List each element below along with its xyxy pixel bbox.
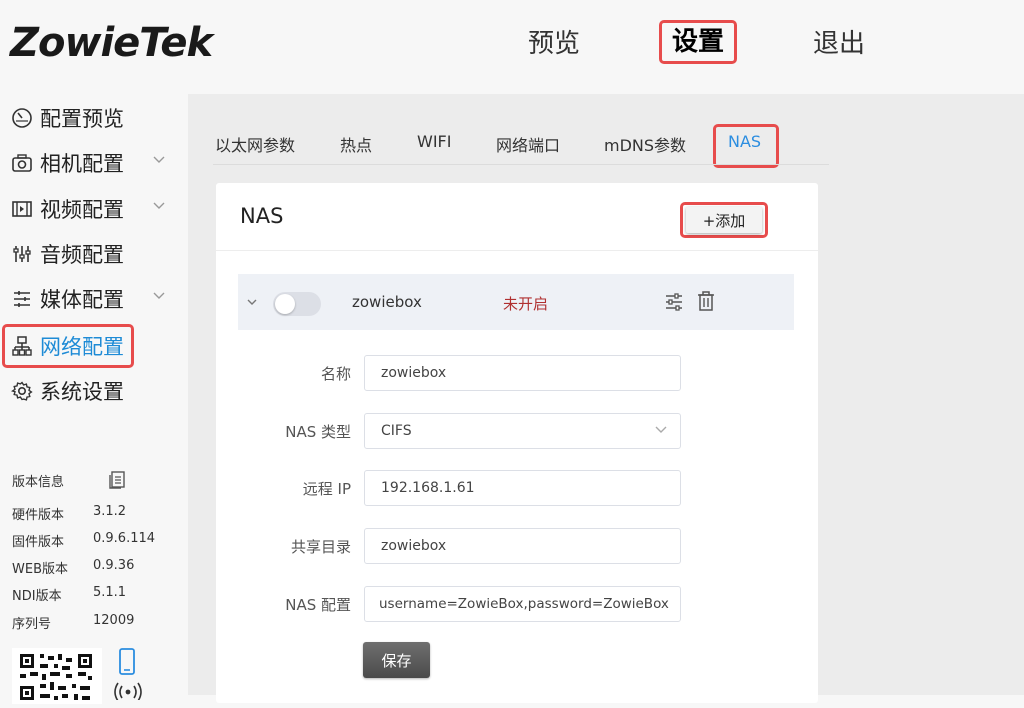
media-icon	[10, 287, 34, 311]
qr-code-image	[12, 648, 102, 704]
card-divider	[216, 250, 818, 251]
firmware-version-label: 固件版本	[12, 535, 65, 550]
tab-hotspot[interactable]: 热点	[340, 132, 372, 156]
gear-icon	[10, 379, 34, 403]
remote-ip-label: 远程 IP	[302, 480, 351, 498]
trash-icon[interactable]	[696, 290, 716, 312]
sliders-icon[interactable]	[664, 292, 684, 312]
nav-preview[interactable]: 预览	[518, 22, 590, 66]
save-button[interactable]: 保存	[363, 642, 430, 678]
camera-icon	[10, 151, 34, 175]
ndi-version-value: 5.1.1	[93, 585, 127, 600]
ndi-version-label: NDI版本	[12, 589, 62, 604]
sidebar-item-config-overview[interactable]: 配置预览	[10, 100, 124, 136]
mobile-phone-icon[interactable]	[118, 648, 136, 676]
sidebar-item-video-config[interactable]: 视频配置	[10, 191, 165, 227]
tab-nas[interactable]: NAS	[728, 132, 761, 151]
dashboard-icon	[10, 106, 34, 130]
sidebar-item-label: 配置预览	[40, 107, 124, 131]
nas-enable-toggle[interactable]	[273, 292, 321, 316]
hardware-version-label: 硬件版本	[12, 508, 65, 523]
toggle-knob	[275, 294, 295, 314]
chevron-down-icon[interactable]	[152, 199, 166, 213]
chevron-down-icon[interactable]	[152, 289, 166, 303]
serial-number-label: 序列号	[12, 617, 52, 632]
chevron-down-icon[interactable]	[654, 425, 668, 435]
share-dir-input[interactable]: zowiebox	[364, 528, 681, 564]
tab-wifi[interactable]: WIFI	[417, 132, 451, 151]
chevron-down-icon[interactable]	[246, 296, 258, 308]
zowietek-logo: ZowieTek	[8, 14, 248, 68]
card-title: NAS	[240, 204, 284, 228]
firmware-version-value: 0.9.6.114	[93, 531, 156, 546]
tab-mdns[interactable]: mDNS参数	[604, 132, 686, 156]
sidebar-item-label: 相机配置	[40, 152, 124, 176]
sidebar-item-label: 视频配置	[40, 198, 124, 222]
copy-icon[interactable]	[108, 470, 126, 490]
nas-entry-name: zowiebox	[352, 293, 422, 311]
name-input[interactable]: zowiebox	[364, 355, 681, 391]
tabs-divider	[213, 164, 829, 165]
network-icon	[10, 334, 34, 358]
sidebar-item-label: 系统设置	[40, 380, 124, 404]
nas-type-select[interactable]: CIFS	[364, 413, 681, 449]
sidebar-item-camera-config[interactable]: 相机配置	[10, 145, 165, 181]
version-info-title: 版本信息	[12, 475, 65, 490]
tab-network-port[interactable]: 网络端口	[496, 132, 560, 156]
web-version-value: 0.9.36	[93, 558, 135, 573]
nas-config-input[interactable]: username=ZowieBox,password=ZowieBox	[364, 586, 681, 622]
audio-mixer-icon	[10, 242, 34, 266]
nav-settings[interactable]: 设置	[659, 20, 737, 64]
hardware-version-value: 3.1.2	[93, 504, 127, 519]
nas-type-label: NAS 类型	[285, 423, 351, 441]
wireless-signal-icon[interactable]	[114, 682, 142, 700]
share-dir-label: 共享目录	[290, 538, 351, 556]
add-nas-button[interactable]: +添加	[686, 207, 762, 233]
sidebar-item-label: 音频配置	[40, 243, 124, 267]
film-icon	[10, 197, 34, 221]
nas-config-label: NAS 配置	[285, 596, 351, 614]
svg-text:ZowieTek: ZowieTek	[8, 20, 216, 66]
sidebar-item-label: 媒体配置	[40, 288, 124, 312]
tab-ethernet[interactable]: 以太网参数	[215, 132, 295, 156]
nav-logout[interactable]: 退出	[803, 22, 875, 66]
sidebar-item-audio-config[interactable]: 音频配置	[10, 236, 124, 272]
sidebar-item-network-config[interactable]: 网络配置	[10, 328, 124, 364]
remote-ip-input[interactable]: 192.168.1.61	[364, 470, 681, 506]
serial-number-value: 12009	[93, 613, 135, 628]
nas-entry-status: 未开启	[503, 295, 549, 313]
add-nas-button-highlight: +添加	[680, 202, 768, 238]
chevron-down-icon[interactable]	[152, 153, 166, 167]
sidebar-item-label: 网络配置	[40, 335, 124, 359]
name-label: 名称	[320, 365, 351, 383]
sidebar-item-media-config[interactable]: 媒体配置	[10, 281, 165, 317]
web-version-label: WEB版本	[12, 562, 68, 577]
sidebar-item-system-settings[interactable]: 系统设置	[10, 373, 124, 409]
